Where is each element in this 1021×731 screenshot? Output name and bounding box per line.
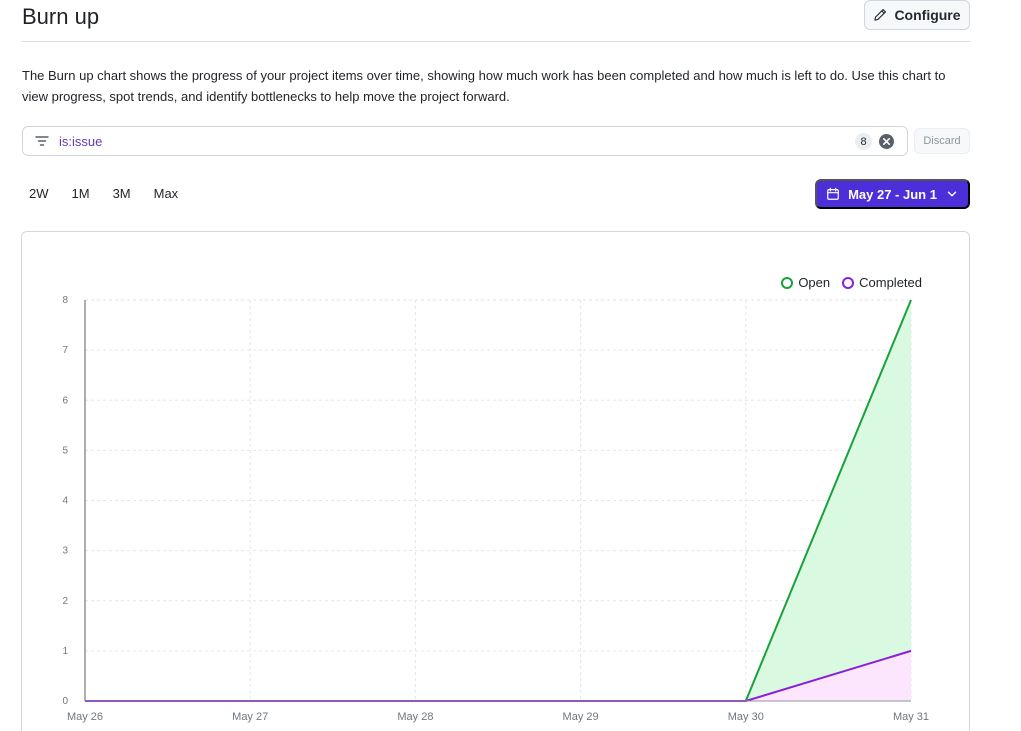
chevron-down-icon (947, 191, 957, 197)
y-tick-label: 2 (62, 596, 68, 607)
range-3m[interactable]: 3M (106, 183, 138, 204)
x-tick-label: May 27 (232, 711, 268, 723)
range-selector: 2W 1M 3M Max (22, 183, 194, 204)
filter-icon (35, 136, 49, 146)
burn-up-chart: Open Completed 0 1 2 3 4 5 6 7 8 May 26 May 27 May … (21, 231, 970, 731)
y-tick-label: 0 (62, 696, 68, 707)
x-tick-label: May 31 (893, 711, 929, 723)
page-title: Burn up (22, 4, 100, 29)
y-tick-label: 1 (62, 646, 68, 657)
chart-description: The Burn up chart shows the progress of … (22, 68, 946, 104)
y-tick-label: 5 (62, 445, 68, 456)
y-tick-label: 4 (62, 496, 68, 507)
range-1m[interactable]: 1M (65, 183, 97, 204)
y-tick-label: 7 (62, 345, 68, 356)
clear-filter-icon[interactable] (879, 134, 894, 149)
page-header: Burn up Configure (22, 0, 970, 42)
range-2w[interactable]: 2W (22, 183, 56, 204)
chart-plot: 0 1 2 3 4 5 6 7 8 May 26 May 27 May 28 May 29 May 30 M… (62, 295, 929, 723)
date-range-button[interactable]: May 27 - Jun 1 (815, 179, 970, 209)
x-tick-label: May 30 (728, 711, 764, 723)
x-tick-label: May 29 (563, 711, 599, 723)
y-tick-label: 8 (62, 295, 68, 306)
calendar-icon (827, 187, 839, 200)
filter-query[interactable]: is:issue (59, 134, 102, 149)
pencil-icon (874, 9, 887, 21)
date-range-label: May 27 - Jun 1 (848, 186, 937, 202)
x-tick-label: May 26 (67, 711, 103, 723)
filter-result-count: 8 (855, 133, 872, 150)
y-tick-label: 6 (62, 395, 68, 406)
x-tick-label: May 28 (397, 711, 433, 723)
discard-button[interactable]: Discard (914, 128, 970, 154)
configure-label: Configure (894, 7, 961, 23)
filter-bar[interactable]: is:issue 8 (22, 126, 908, 156)
range-max[interactable]: Max (147, 183, 186, 204)
configure-button[interactable]: Configure (864, 0, 970, 30)
y-tick-label: 3 (62, 546, 68, 557)
